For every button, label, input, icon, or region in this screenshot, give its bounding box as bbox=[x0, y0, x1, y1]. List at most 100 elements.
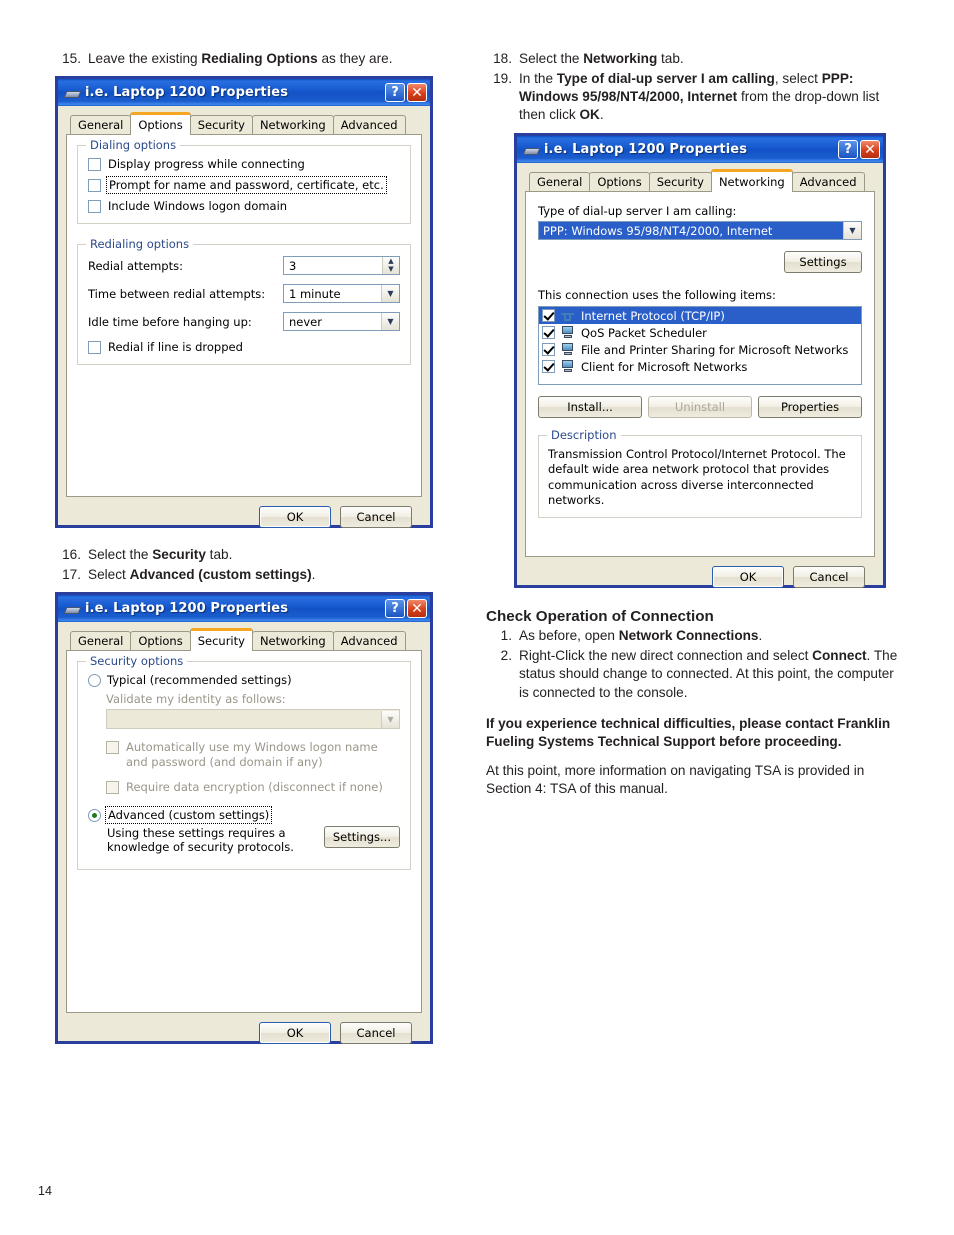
radio-advanced-row[interactable]: Advanced (custom settings) bbox=[88, 806, 400, 825]
dialog-titlebar[interactable]: i.e. Laptop 1200 Properties ? ✕ bbox=[517, 136, 883, 164]
monitor-icon bbox=[560, 325, 576, 340]
checkbox-display-progress[interactable] bbox=[88, 157, 101, 171]
chevron-down-icon[interactable]: ▼ bbox=[381, 313, 399, 331]
settings-button[interactable]: Settings bbox=[784, 251, 862, 274]
dialog-security-properties[interactable]: i.e. Laptop 1200 Properties ? ✕ General … bbox=[55, 592, 433, 1045]
ok-button[interactable]: OK bbox=[259, 1022, 331, 1045]
checkbox-include-logon-domain[interactable] bbox=[88, 199, 101, 213]
list-item: 2. Right-Click the new direct connection… bbox=[486, 647, 898, 701]
list-item[interactable]: File and Printer Sharing for Microsoft N… bbox=[539, 341, 861, 358]
radio-advanced-custom-settings[interactable] bbox=[88, 808, 101, 822]
tab-security[interactable]: Security bbox=[648, 172, 712, 192]
tab-options[interactable]: Options bbox=[589, 172, 650, 192]
radio-typical-label: Typical (recommended settings) bbox=[107, 673, 292, 688]
tab-networking[interactable]: Networking bbox=[251, 115, 334, 135]
ok-button[interactable]: OK bbox=[259, 506, 331, 529]
cancel-button[interactable]: Cancel bbox=[340, 1022, 412, 1045]
tab-networking[interactable]: Networking bbox=[251, 631, 334, 651]
step-text-bold-1: Type of dial-up server I am calling bbox=[556, 71, 775, 87]
tab-general[interactable]: General bbox=[529, 172, 591, 192]
close-icon[interactable]: ✕ bbox=[407, 599, 427, 619]
install-button[interactable]: Install... bbox=[538, 396, 642, 419]
spinner-icon[interactable]: ▲ ▼ bbox=[382, 257, 399, 275]
dialog-button-bar: OK Cancel bbox=[525, 557, 875, 589]
tab-options[interactable]: Options bbox=[130, 631, 191, 651]
tab-security[interactable]: Security bbox=[189, 628, 253, 652]
item-checkbox[interactable] bbox=[542, 309, 555, 323]
step-number: 2. bbox=[500, 648, 512, 664]
close-icon[interactable]: ✕ bbox=[860, 140, 880, 160]
dialog-titlebar[interactable]: i.e. Laptop 1200 Properties ? ✕ bbox=[58, 595, 430, 623]
radio-typical[interactable] bbox=[88, 673, 101, 687]
chevron-down-icon[interactable]: ▼ bbox=[381, 710, 399, 728]
checkbox-display-progress-row[interactable]: Display progress while connecting bbox=[88, 157, 400, 171]
checkbox-require-encryption-row[interactable]: Require data encryption (disconnect if n… bbox=[106, 780, 400, 794]
step-text-after: . bbox=[599, 107, 604, 123]
field-time-between-label: Time between redial attempts: bbox=[88, 286, 266, 301]
chevron-down-icon[interactable]: ▼ bbox=[843, 222, 861, 240]
time-between-dropdown[interactable]: 1 minute ▼ bbox=[283, 284, 400, 304]
field-time-between-row[interactable]: Time between redial attempts: 1 minute ▼ bbox=[88, 284, 400, 304]
tabpanel-security: Security options Typical (recommended se… bbox=[66, 650, 422, 1014]
tab-advanced[interactable]: Advanced bbox=[332, 631, 406, 651]
network-components-list[interactable]: Internet Protocol (TCP/IP) QoS Packet Sc… bbox=[538, 306, 862, 386]
close-icon[interactable]: ✕ bbox=[407, 83, 427, 103]
cancel-button[interactable]: Cancel bbox=[793, 566, 865, 589]
settings-button[interactable]: Settings... bbox=[323, 826, 400, 849]
dialog-titlebar[interactable]: i.e. Laptop 1200 Properties ? ✕ bbox=[58, 79, 430, 107]
checkbox-prompt-credentials[interactable] bbox=[88, 178, 101, 192]
item-label: File and Printer Sharing for Microsoft N… bbox=[581, 342, 849, 357]
list-item[interactable]: Client for Microsoft Networks bbox=[539, 358, 861, 375]
checkbox-redial-dropped-row[interactable]: Redial if line is dropped bbox=[88, 340, 400, 354]
idle-time-dropdown[interactable]: never ▼ bbox=[283, 312, 400, 332]
list-item: 17. Select Advanced (custom settings). bbox=[55, 566, 465, 584]
chevron-down-icon[interactable]: ▼ bbox=[381, 285, 399, 303]
validate-identity-dropdown[interactable]: ▼ bbox=[106, 709, 400, 730]
tab-general[interactable]: General bbox=[70, 631, 132, 651]
list-item[interactable]: Internet Protocol (TCP/IP) bbox=[539, 307, 861, 325]
checkbox-require-encryption[interactable] bbox=[106, 780, 119, 794]
spinner-up-icon[interactable]: ▲ bbox=[383, 257, 399, 266]
checkbox-redial-dropped[interactable] bbox=[88, 340, 101, 354]
spinner-down-icon[interactable]: ▼ bbox=[383, 266, 399, 275]
dialog-networking-properties[interactable]: i.e. Laptop 1200 Properties ? ✕ General … bbox=[514, 133, 886, 589]
item-checkbox[interactable] bbox=[542, 360, 555, 374]
item-checkbox[interactable] bbox=[542, 343, 555, 357]
checkbox-display-progress-label: Display progress while connecting bbox=[108, 157, 305, 172]
properties-button[interactable]: Properties bbox=[758, 396, 862, 419]
item-label: QoS Packet Scheduler bbox=[581, 325, 707, 340]
dialog-title: i.e. Laptop 1200 Properties bbox=[85, 85, 289, 101]
time-between-value: 1 minute bbox=[289, 286, 341, 301]
list-item[interactable]: QoS Packet Scheduler bbox=[539, 324, 861, 341]
server-type-dropdown[interactable]: PPP: Windows 95/98/NT4/2000, Internet ▼ bbox=[538, 221, 862, 241]
checkbox-auto-logon-label: Automatically use my Windows logon name … bbox=[126, 740, 378, 770]
ok-button[interactable]: OK bbox=[712, 566, 784, 589]
redial-attempts-stepper[interactable]: 3 ▲ ▼ bbox=[283, 256, 400, 276]
list-item: 16. Select the Security tab. bbox=[55, 546, 465, 564]
tabstrip: General Options Security Networking Adva… bbox=[66, 112, 422, 136]
tab-advanced[interactable]: Advanced bbox=[332, 115, 406, 135]
step-text-bold: Connect bbox=[812, 648, 867, 664]
help-button[interactable]: ? bbox=[385, 599, 405, 619]
checkbox-include-logon-domain-row[interactable]: Include Windows logon domain bbox=[88, 199, 400, 213]
checkbox-auto-logon-row[interactable]: Automatically use my Windows logon name … bbox=[106, 740, 400, 770]
help-button[interactable]: ? bbox=[385, 83, 405, 103]
cancel-button[interactable]: Cancel bbox=[340, 506, 412, 529]
checkbox-require-encryption-label: Require data encryption (disconnect if n… bbox=[126, 780, 383, 795]
titlebar-buttons: ? ✕ bbox=[385, 599, 427, 619]
manual-page: 15. Leave the existing Redialing Options… bbox=[0, 0, 954, 1235]
help-button[interactable]: ? bbox=[838, 140, 858, 160]
step-list-15: 15. Leave the existing Redialing Options… bbox=[55, 50, 465, 68]
radio-typical-row[interactable]: Typical (recommended settings) bbox=[88, 673, 400, 687]
field-redial-attempts-row[interactable]: Redial attempts: 3 ▲ ▼ bbox=[88, 256, 400, 276]
dialog-options-properties[interactable]: i.e. Laptop 1200 Properties ? ✕ General … bbox=[55, 76, 433, 529]
tab-networking[interactable]: Networking bbox=[710, 169, 793, 193]
item-checkbox[interactable] bbox=[542, 326, 555, 340]
field-idle-time-row[interactable]: Idle time before hanging up: never ▼ bbox=[88, 312, 400, 332]
tab-security[interactable]: Security bbox=[189, 115, 253, 135]
tab-advanced[interactable]: Advanced bbox=[791, 172, 865, 192]
tab-options[interactable]: Options bbox=[130, 112, 191, 136]
checkbox-prompt-credentials-row[interactable]: Prompt for name and password, certificat… bbox=[88, 176, 400, 195]
tab-general[interactable]: General bbox=[70, 115, 132, 135]
checkbox-auto-logon[interactable] bbox=[106, 741, 119, 755]
